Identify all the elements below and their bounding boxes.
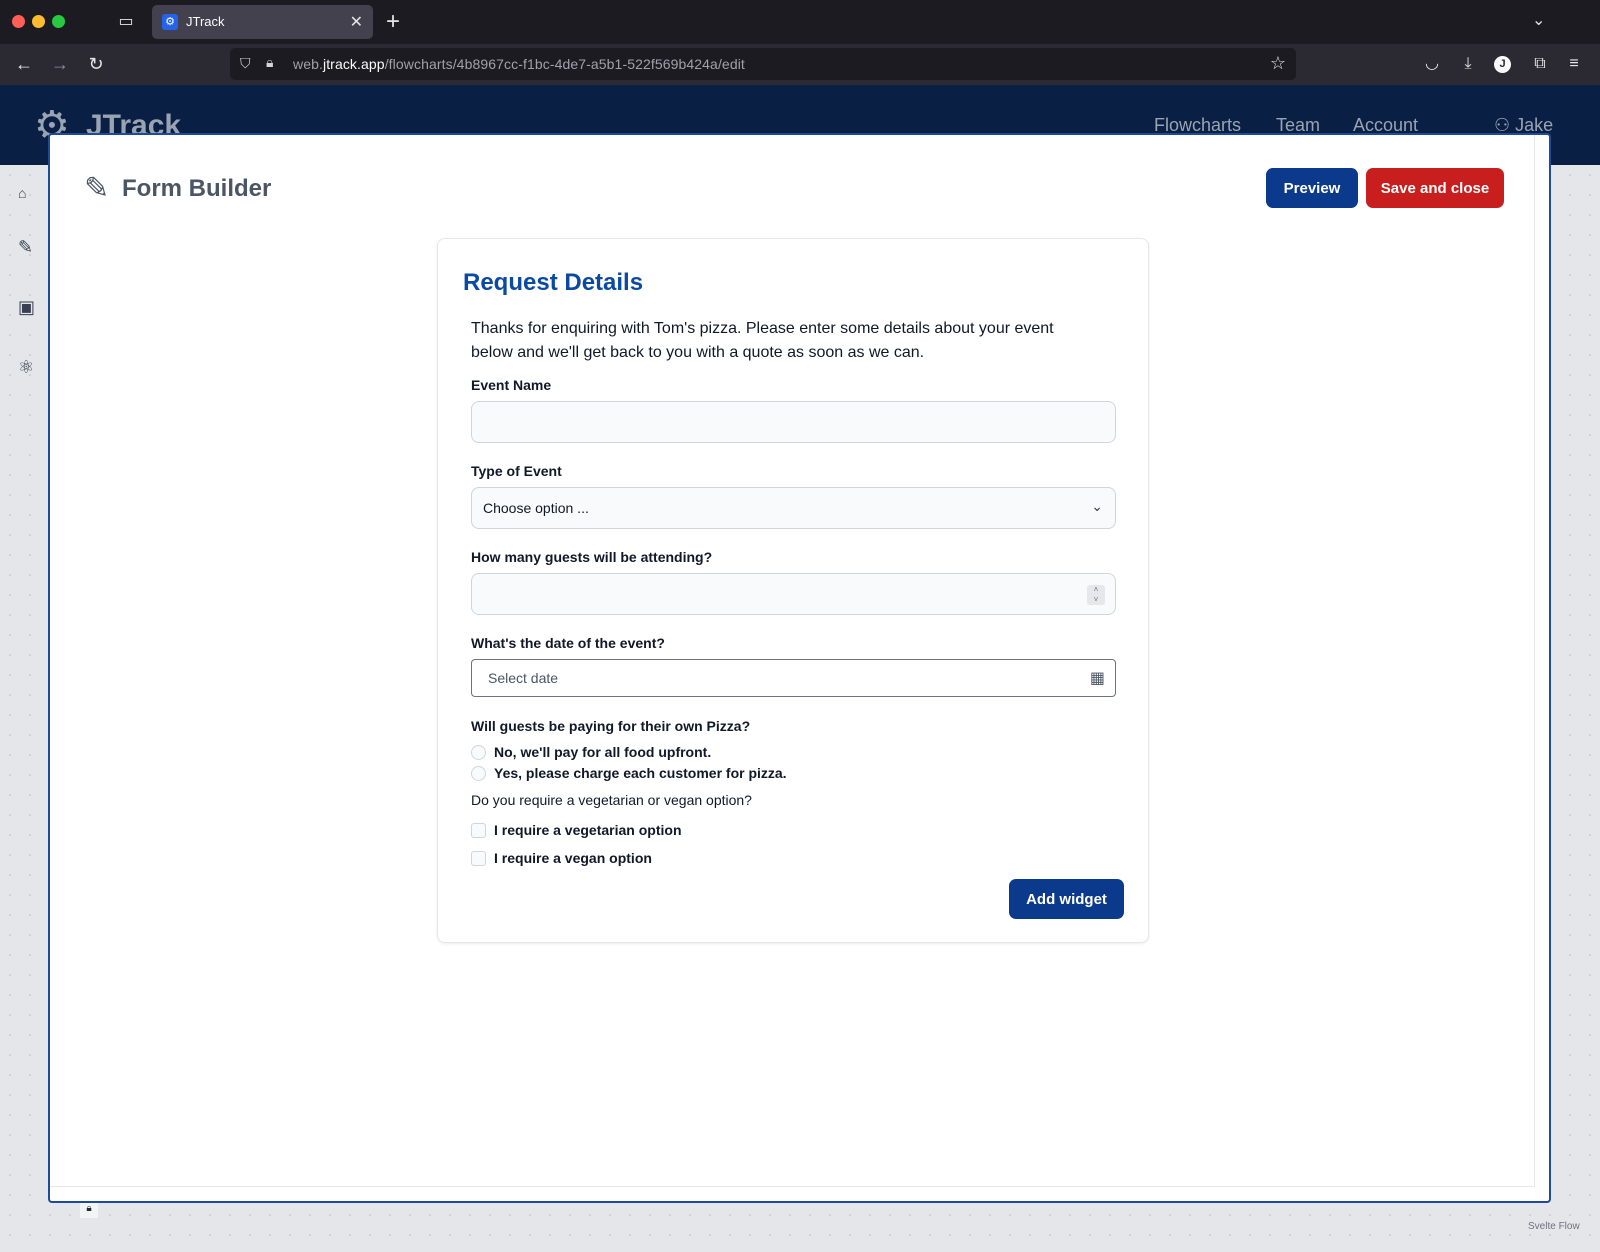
modal-title: Form Builder xyxy=(122,175,272,202)
edit-icon: ✎ xyxy=(84,172,110,205)
guests-label: How many guests will be attending? xyxy=(471,549,713,565)
diet-label: Do you require a vegetarian or vegan opt… xyxy=(471,792,752,808)
date-placeholder: Select date xyxy=(488,670,559,686)
forward-arrow-icon[interactable]: → xyxy=(48,52,72,76)
paying-option-label: No, we'll pay for all food upfront. xyxy=(494,744,712,760)
event-name-label: Event Name xyxy=(471,377,552,393)
save-icon[interactable]: ▣ xyxy=(18,297,35,318)
form-title: Request Details xyxy=(463,269,644,296)
tab-title: JTrack xyxy=(186,14,225,29)
browser-tab[interactable]: ⚙ JTrack ✕ xyxy=(152,5,373,39)
reload-icon[interactable]: ↻ xyxy=(84,52,108,76)
chevron-down-icon: ⌄ xyxy=(1091,498,1103,514)
add-widget-button[interactable]: Add widget xyxy=(1009,879,1124,919)
user-icon: ⚇ xyxy=(1494,115,1516,135)
window-minimize-button[interactable] xyxy=(32,15,45,28)
diet-option-label: I require a vegan option xyxy=(494,850,652,866)
menu-icon[interactable]: ≡ xyxy=(1562,52,1586,76)
paying-option-label: Yes, please charge each customer for piz… xyxy=(494,765,787,781)
pencil-icon[interactable]: ✎ xyxy=(18,237,33,258)
paying-label: Will guests be paying for their own Pizz… xyxy=(471,718,751,734)
browser-tab-bar: ▭ ⚙ JTrack ✕ + ⌄ xyxy=(0,0,1600,44)
plus-icon[interactable]: + xyxy=(386,8,400,36)
modal-divider xyxy=(50,1186,1535,1187)
profile-avatar[interactable]: J xyxy=(1494,56,1511,73)
star-icon[interactable]: ☆ xyxy=(1270,53,1286,74)
extensions-icon[interactable]: ⧉ xyxy=(1528,52,1552,76)
gear-icon: ⚙ xyxy=(162,14,178,30)
chevron-down-icon[interactable]: ⌄ xyxy=(1532,10,1545,30)
diet-option-label: I require a vegetarian option xyxy=(494,822,682,838)
guests-input[interactable]: ˄ ˅ xyxy=(471,573,1116,615)
pocket-icon[interactable]: ◡ xyxy=(1420,52,1444,76)
download-icon[interactable]: ⤓ xyxy=(1456,52,1480,76)
radio-button[interactable] xyxy=(471,745,486,760)
date-input[interactable]: Select date ▦ xyxy=(471,659,1116,697)
window-maximize-button[interactable] xyxy=(52,15,65,28)
preview-button[interactable]: Preview xyxy=(1266,168,1358,208)
close-icon[interactable]: ✕ xyxy=(350,12,363,32)
date-label: What's the date of the event? xyxy=(471,635,665,651)
shield-icon[interactable]: ⛉ xyxy=(240,55,251,72)
calendar-icon[interactable]: ▦ xyxy=(1090,668,1105,688)
atom-icon[interactable]: ⚛ xyxy=(18,357,34,378)
radio-button[interactable] xyxy=(471,766,486,781)
number-stepper[interactable]: ˄ ˅ xyxy=(1087,585,1105,605)
svelte-flow-attribution[interactable]: Svelte Flow xyxy=(1528,1221,1580,1232)
window-close-button[interactable] xyxy=(12,15,25,28)
lock-icon[interactable]: 🔒︎ xyxy=(266,54,273,71)
form-description: Thanks for enquiring with Tom's pizza. P… xyxy=(471,320,1054,361)
checkbox[interactable] xyxy=(471,851,486,866)
event-name-input[interactable] xyxy=(471,401,1116,443)
modal-divider xyxy=(1534,135,1535,1187)
save-and-close-button[interactable]: Save and close xyxy=(1366,168,1504,208)
checkbox[interactable] xyxy=(471,823,486,838)
back-arrow-icon[interactable]: ← xyxy=(12,52,36,76)
event-type-select[interactable]: Choose option ... ⌄ xyxy=(471,487,1116,529)
browser-nav-bar: ← → ↻ ⛉ 🔒︎ web.jtrack.app/flowcharts/4b8… xyxy=(0,44,1600,85)
event-type-label: Type of Event xyxy=(471,463,562,479)
event-type-value: Choose option ... xyxy=(483,500,589,516)
tab-overview-icon[interactable]: ▭ xyxy=(116,12,136,32)
form-card: Request Details Thanks for enquiring wit… xyxy=(437,238,1149,943)
home-icon[interactable]: ⌂ xyxy=(18,185,26,201)
url-text: web.jtrack.app/flowcharts/4b8967cc-f1bc-… xyxy=(293,56,745,72)
address-bar[interactable]: ⛉ 🔒︎ web.jtrack.app/flowcharts/4b8967cc-… xyxy=(230,48,1296,80)
